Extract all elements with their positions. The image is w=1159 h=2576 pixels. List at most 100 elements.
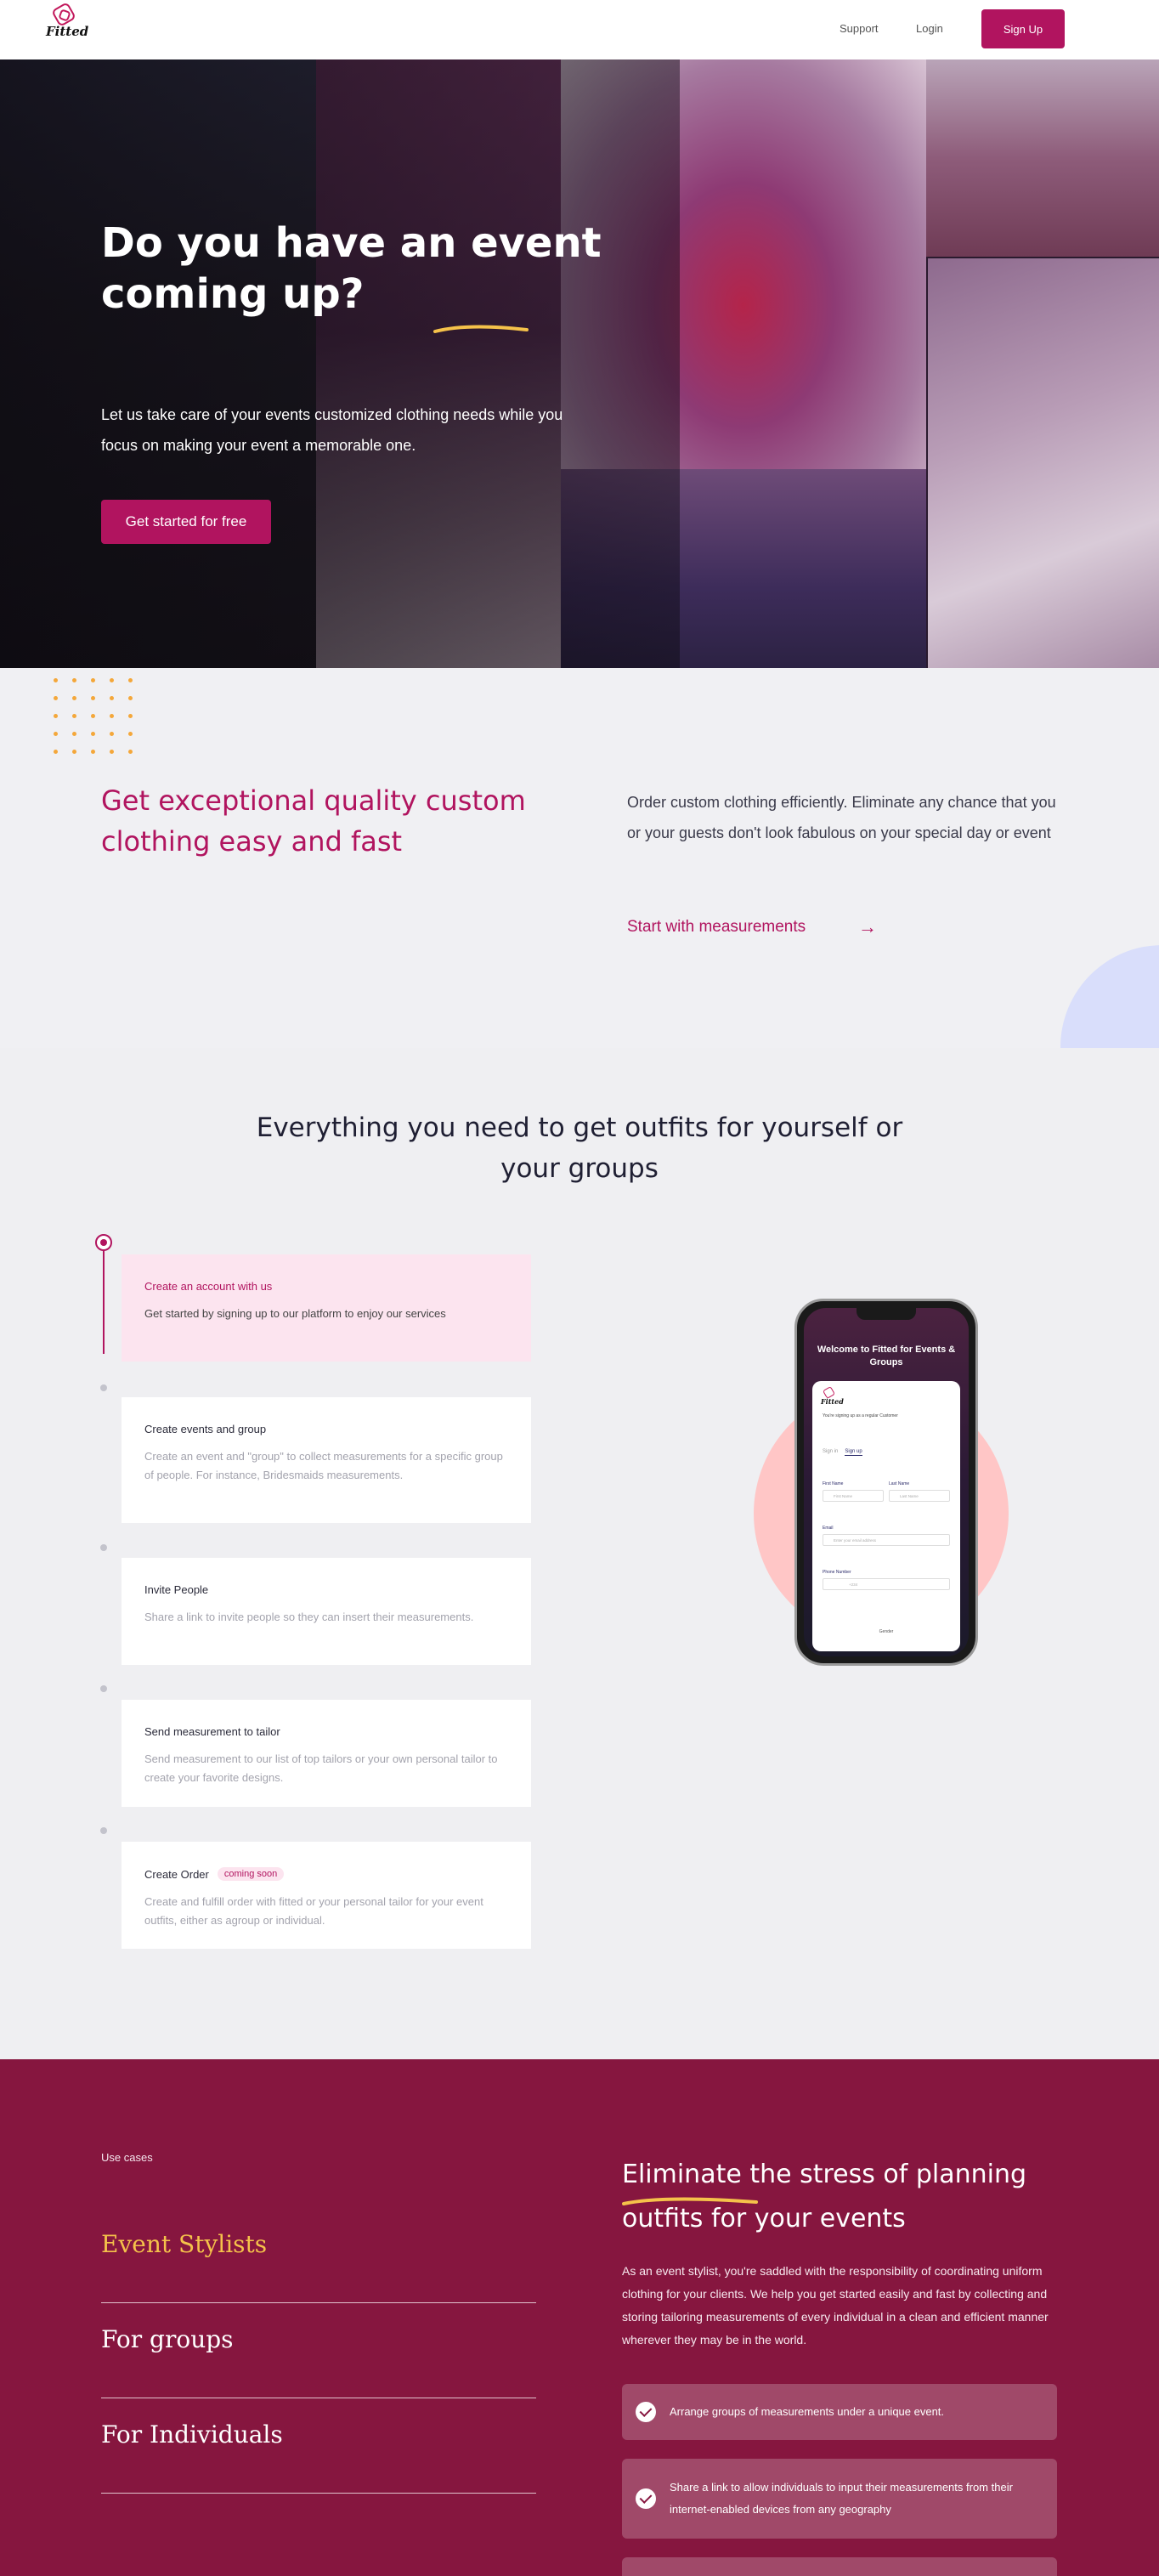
nav-support-link[interactable]: Support xyxy=(840,22,879,35)
feature-text: Arrange groups of measurements under a u… xyxy=(670,2405,945,2418)
title-underline-icon xyxy=(433,325,529,333)
timeline-progress-line xyxy=(103,1243,105,1354)
timeline-dot xyxy=(100,1544,107,1551)
decorative-dot xyxy=(110,732,114,736)
nav-login-link[interactable]: Login xyxy=(916,22,943,35)
decorative-dots xyxy=(54,678,139,760)
features-section: Everything you need to get outfits for y… xyxy=(0,1048,1159,2059)
tab-for-groups[interactable]: For groups xyxy=(101,2303,536,2398)
decorative-dot xyxy=(72,732,76,736)
decorative-dot xyxy=(72,750,76,754)
check-icon xyxy=(636,2488,656,2509)
logo-wordmark: Fitted xyxy=(821,1397,844,1406)
coming-soon-badge: coming soon xyxy=(217,1867,285,1881)
decorative-dot xyxy=(128,696,133,700)
usecases-section: Use cases Event Stylists For groups For … xyxy=(0,2059,1159,2576)
features-title: Everything you need to get outfits for y… xyxy=(256,1112,903,1184)
usecases-label: Use cases xyxy=(101,2151,153,2164)
first-name-label: First Name xyxy=(823,1481,844,1486)
hero-title: Do you have an event coming up? xyxy=(101,219,602,318)
feature-text: Share a link to allow individuals to inp… xyxy=(670,2481,1013,2516)
email-field[interactable]: Enter your email address xyxy=(823,1534,950,1546)
last-name-label: Last Name xyxy=(889,1481,910,1486)
timeline-dot xyxy=(100,1384,107,1391)
decorative-dot xyxy=(128,714,133,718)
decorative-dot xyxy=(72,678,76,682)
decorative-dot xyxy=(91,714,95,718)
top-nav: Fitted Support Login Sign Up xyxy=(0,0,1159,59)
step-card[interactable]: Send measurement to tailor Send measurem… xyxy=(122,1700,531,1807)
decorative-dot xyxy=(91,696,95,700)
decorative-circle xyxy=(1060,945,1159,1048)
decorative-dot xyxy=(54,714,58,718)
step-description: Get started by signing up to our platfor… xyxy=(144,1307,446,1320)
phone-auth-tabs: Sign in Sign up xyxy=(823,1449,862,1456)
step-card[interactable]: Invite People Share a link to invite peo… xyxy=(122,1558,531,1665)
hero-section: Do you have an event coming up? Let us t… xyxy=(0,59,1159,668)
tab-event-stylists[interactable]: Event Stylists xyxy=(101,2208,536,2303)
timeline-dot xyxy=(100,1827,107,1834)
tab-sign-up[interactable]: Sign up xyxy=(845,1449,862,1456)
phone-screen: Welcome to Fitted for Events & Groups Fi… xyxy=(804,1308,969,1656)
phone-form-subtitle: You're signing up as a regular Customer xyxy=(823,1413,898,1418)
arrow-right-icon[interactable]: → xyxy=(858,916,877,938)
decorative-dot xyxy=(110,714,114,718)
phone-notch xyxy=(857,1308,916,1320)
gender-label: Gender xyxy=(879,1629,894,1634)
title-underline-icon xyxy=(622,2197,758,2205)
decorative-dot xyxy=(54,678,58,682)
decorative-dot xyxy=(110,678,114,682)
hero-overlay xyxy=(0,59,680,668)
phone-label: Phone Number xyxy=(823,1570,851,1575)
phone-logo: Fitted xyxy=(821,1385,846,1410)
fitted-logo[interactable]: Fitted xyxy=(46,1,97,48)
signup-button[interactable]: Sign Up xyxy=(981,9,1065,48)
usecase-tabs: Event Stylists For groups For Individual… xyxy=(101,2208,536,2494)
decorative-dot xyxy=(128,732,133,736)
step-title: Create Order xyxy=(144,1867,209,1881)
first-name-field[interactable]: First Name xyxy=(823,1490,884,1502)
decorative-dot xyxy=(91,678,95,682)
step-description: Create an event and "group" to collect m… xyxy=(144,1450,503,1481)
phone-welcome-text: Welcome to Fitted for Events & Groups xyxy=(817,1345,956,1367)
step-card[interactable]: Create an account with us Get started by… xyxy=(122,1254,531,1362)
timeline-dot xyxy=(100,1685,107,1692)
step-description: Send measurement to our list of top tail… xyxy=(144,1752,498,1784)
step-title: Invite People xyxy=(144,1583,209,1596)
check-icon xyxy=(636,2402,656,2422)
signup-form-card: Fitted You're signing up as a regular Cu… xyxy=(812,1381,960,1651)
step-description: Share a link to invite people so they ca… xyxy=(144,1611,474,1623)
step-card[interactable]: Create Order coming soon Create and fulfi… xyxy=(122,1842,531,1949)
tab-for-individuals[interactable]: For Individuals xyxy=(101,2398,536,2494)
decorative-dot xyxy=(72,696,76,700)
decorative-dot xyxy=(110,750,114,754)
timeline-active-dot xyxy=(95,1234,112,1251)
decorative-dot xyxy=(54,732,58,736)
decorative-dot xyxy=(54,696,58,700)
step-title: Send measurement to tailor xyxy=(144,1725,280,1738)
start-measurements-link[interactable]: Start with measurements xyxy=(627,918,806,937)
step-title: Create events and group xyxy=(144,1423,267,1435)
step-card[interactable]: Create events and group Create an event … xyxy=(122,1397,531,1523)
hero-photo-5 xyxy=(928,258,1159,668)
usecase-body: As an event stylist, you're saddled with… xyxy=(622,2264,1049,2347)
decorative-dot xyxy=(72,714,76,718)
decorative-dot xyxy=(91,750,95,754)
step-title: Create an account with us xyxy=(144,1280,273,1293)
decorative-dot xyxy=(91,732,95,736)
email-label: Email xyxy=(823,1526,834,1531)
feature-item xyxy=(622,2557,1057,2576)
phone-number-field[interactable]: +234 xyxy=(823,1578,950,1590)
decorative-dot xyxy=(128,750,133,754)
last-name-field[interactable]: Last Name xyxy=(889,1490,950,1502)
quality-description: Order custom clothing efficiently. Elimi… xyxy=(627,794,1056,841)
quality-title: Get exceptional quality custom clothing … xyxy=(101,784,526,858)
feature-item: Arrange groups of measurements under a u… xyxy=(622,2384,1057,2440)
decorative-dot xyxy=(128,678,133,682)
logo-wordmark: Fitted xyxy=(46,24,89,39)
tab-sign-in[interactable]: Sign in xyxy=(823,1449,838,1456)
quality-section: Get exceptional quality custom clothing … xyxy=(0,668,1159,1048)
step-description: Create and fulfill order with fitted or … xyxy=(144,1895,483,1927)
feature-item: Share a link to allow individuals to inp… xyxy=(622,2459,1057,2539)
get-started-button[interactable]: Get started for free xyxy=(101,500,271,544)
